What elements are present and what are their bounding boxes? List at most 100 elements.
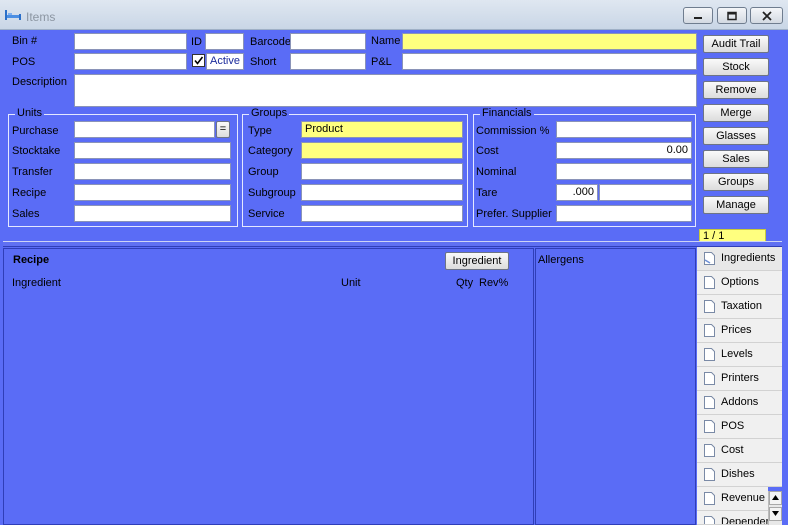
sales-button[interactable]: Sales (703, 150, 769, 168)
tab-options[interactable]: Options (697, 271, 782, 295)
tab-printers[interactable]: Printers (697, 367, 782, 391)
document-icon (704, 372, 715, 385)
stocktake-input[interactable] (74, 142, 231, 159)
recipe-panel (3, 248, 534, 525)
tab-cost[interactable]: Cost (697, 439, 782, 463)
document-icon (704, 492, 715, 505)
pl-input[interactable] (402, 53, 697, 70)
tab-label: Cost (721, 444, 744, 456)
tab-levels[interactable]: Levels (697, 343, 782, 367)
tab-dishes[interactable]: Dishes (697, 463, 782, 487)
service-input[interactable] (301, 205, 463, 222)
remove-button[interactable]: Remove (703, 81, 769, 99)
commission-label: Commission % (476, 125, 550, 137)
document-icon (704, 396, 715, 409)
type-label: Type (248, 125, 272, 137)
units-group-title: Units (15, 107, 45, 120)
tab-label: Prices (721, 324, 752, 336)
sales-unit-input[interactable] (74, 205, 231, 222)
stock-button[interactable]: Stock (703, 58, 769, 76)
tab-addons[interactable]: Addons (697, 391, 782, 415)
tab-label: Taxation (721, 300, 762, 312)
active-label[interactable]: Active (206, 53, 244, 70)
transfer-input[interactable] (74, 163, 231, 180)
title-bar: Items (0, 0, 788, 30)
groups-button[interactable]: Groups (703, 173, 769, 191)
document-icon (704, 516, 715, 524)
tab-depender[interactable]: Depender (697, 511, 768, 525)
type-input[interactable]: Product (301, 121, 463, 138)
short-label: Short (250, 56, 277, 68)
window-title: Items (26, 10, 56, 24)
subgroup-label: Subgroup (248, 187, 296, 199)
barcode-label: Barcode (250, 36, 291, 48)
id-input[interactable] (205, 33, 244, 50)
document-icon (704, 420, 715, 433)
tab-label: Addons (721, 396, 759, 408)
barcode-input[interactable] (290, 33, 366, 50)
supplier-label: Prefer. Supplier (476, 208, 552, 220)
pos-input[interactable] (74, 53, 187, 70)
tare-input[interactable]: .000 (556, 184, 598, 201)
short-input[interactable] (290, 53, 366, 70)
description-input[interactable] (74, 74, 697, 107)
tare-unit-input[interactable] (599, 184, 692, 201)
purchase-label: Purchase (12, 125, 59, 137)
maximize-button[interactable] (717, 7, 747, 24)
purchase-input[interactable] (74, 121, 215, 138)
allergens-panel (535, 248, 696, 525)
checkmark-icon (194, 56, 204, 65)
arrow-down-icon (772, 511, 779, 516)
close-button[interactable] (750, 7, 783, 24)
tab-label: Revenue (721, 492, 766, 504)
recipe-title: Recipe (13, 254, 50, 266)
tab-taxation[interactable]: Taxation (697, 295, 782, 319)
tab-ingredients[interactable]: Ingredients (697, 247, 782, 271)
minimize-button[interactable] (683, 7, 713, 24)
group-input[interactable] (301, 163, 463, 180)
supplier-input[interactable] (556, 205, 692, 222)
column-rev: Rev% (479, 277, 509, 289)
close-icon (761, 10, 772, 21)
tab-label: Levels (721, 348, 753, 360)
tab-prices[interactable]: Prices (697, 319, 782, 343)
recipe-unit-input[interactable] (74, 184, 231, 201)
document-icon (704, 276, 715, 289)
tab-label: Depender (721, 516, 768, 525)
transfer-label: Transfer (12, 166, 53, 178)
id-label: ID (191, 36, 202, 48)
merge-button[interactable]: Merge (703, 104, 769, 122)
manage-button[interactable]: Manage (703, 196, 769, 214)
tab-revenue[interactable]: Revenue (697, 487, 768, 511)
scroll-up-button[interactable] (769, 491, 782, 505)
splitter[interactable] (3, 241, 782, 247)
tabs-scrollbar[interactable] (768, 491, 782, 525)
document-icon (704, 252, 715, 265)
unit-equals-button[interactable]: = (216, 121, 230, 138)
pl-label: P&L (371, 56, 392, 68)
group-label: Group (248, 166, 279, 178)
tab-label: Dishes (721, 468, 755, 480)
column-qty: Qty (456, 277, 474, 289)
audit-trail-button[interactable]: Audit Trail (703, 35, 769, 53)
active-checkbox[interactable] (192, 54, 205, 67)
cost-label: Cost (476, 145, 499, 157)
bed-icon (5, 10, 21, 20)
scroll-down-button[interactable] (769, 507, 782, 521)
subgroup-input[interactable] (301, 184, 463, 201)
glasses-button[interactable]: Glasses (703, 127, 769, 145)
add-ingredient-button[interactable]: Ingredient (445, 252, 509, 270)
cost-input[interactable]: 0.00 (556, 142, 692, 159)
commission-input[interactable] (556, 121, 692, 138)
tab-label: POS (721, 420, 745, 432)
column-ingredient: Ingredient (12, 277, 61, 289)
nominal-input[interactable] (556, 163, 692, 180)
bin-input[interactable] (74, 33, 187, 50)
bin-label: Bin # (12, 35, 38, 47)
category-input[interactable] (301, 142, 463, 159)
document-icon (704, 348, 715, 361)
tab-pos[interactable]: POS (697, 415, 782, 439)
arrow-up-icon (772, 495, 779, 500)
tab-label: Ingredients (721, 252, 776, 264)
name-input[interactable] (402, 33, 697, 50)
